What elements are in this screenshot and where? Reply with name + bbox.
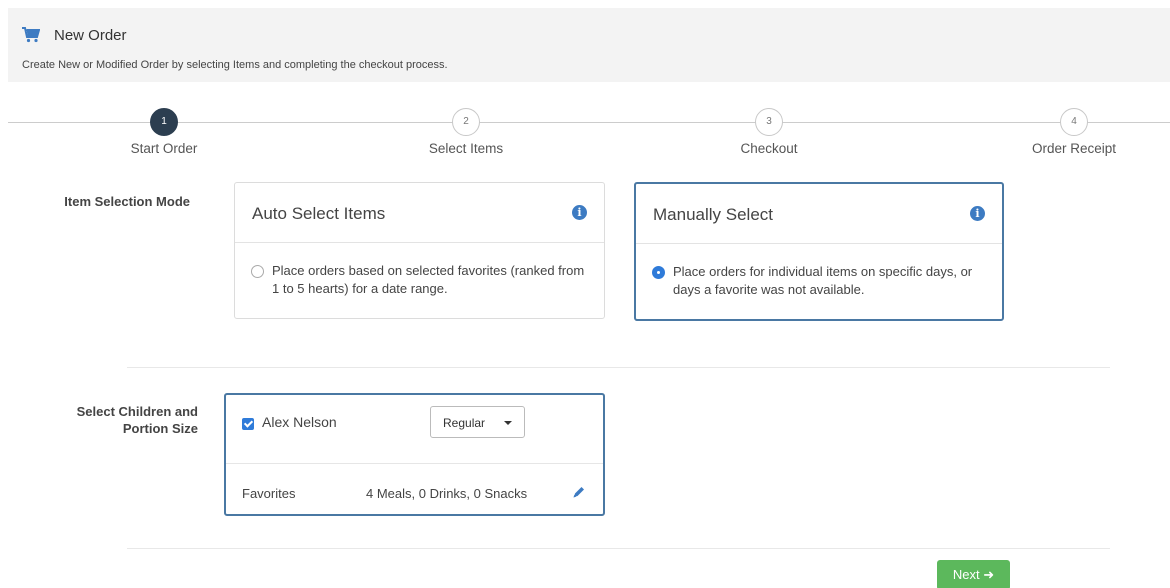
- child-card: Alex Nelson Regular Favorites 4 Meals, 0…: [224, 393, 605, 516]
- arrow-right-icon: ➜: [983, 567, 995, 582]
- step-label: Order Receipt: [1031, 141, 1117, 156]
- manual-select-card[interactable]: Manually Select i Place orders for indiv…: [634, 182, 1004, 321]
- portion-size-select[interactable]: Regular: [430, 406, 525, 438]
- card-description: Place orders based on selected favorites…: [272, 263, 585, 296]
- auto-select-card[interactable]: Auto Select Items i Place orders based o…: [234, 182, 605, 319]
- child-card-bottom: Favorites 4 Meals, 0 Drinks, 0 Snacks: [226, 464, 603, 514]
- item-selection-mode-label: Item Selection Mode: [64, 194, 190, 209]
- info-circle-icon[interactable]: i: [970, 206, 985, 221]
- card-header: Auto Select Items i: [235, 183, 604, 243]
- step-checkout: 3 Checkout: [699, 107, 839, 156]
- manual-select-radio[interactable]: [652, 266, 665, 279]
- pencil-icon[interactable]: [572, 485, 586, 499]
- shopping-cart-icon: [22, 27, 40, 43]
- section-divider: [127, 367, 1110, 368]
- section-divider: [127, 548, 1110, 549]
- step-label: Select Items: [428, 141, 504, 156]
- step-label: Start Order: [130, 141, 198, 156]
- card-body: Place orders based on selected favorites…: [235, 243, 604, 298]
- card-title: Manually Select: [653, 205, 774, 224]
- label-line: Select Children and: [76, 404, 198, 419]
- page-header: New Order Create New or Modified Order b…: [8, 8, 1170, 82]
- caret-down-icon: [504, 421, 512, 425]
- step-order-receipt: 4 Order Receipt: [1004, 107, 1144, 156]
- select-children-label: Select Children and Portion Size: [30, 403, 198, 437]
- next-button-label: Next: [952, 567, 980, 582]
- order-steps: 1 Start Order 2 Select Items 3 Checkout …: [0, 107, 1170, 167]
- step-number: 1: [150, 108, 178, 136]
- child-card-top: Alex Nelson Regular: [226, 395, 603, 464]
- info-circle-icon[interactable]: i: [572, 205, 587, 220]
- card-body: Place orders for individual items on spe…: [636, 244, 1002, 299]
- page-subtitle: Create New or Modified Order by selectin…: [22, 59, 448, 71]
- step-start-order: 1 Start Order: [94, 107, 234, 156]
- page-title: New Order: [54, 27, 127, 44]
- next-button[interactable]: Next ➜: [937, 560, 1010, 588]
- label-line: Portion Size: [122, 421, 198, 436]
- child-name: Alex Nelson: [262, 414, 337, 430]
- child-checkbox[interactable]: [242, 418, 254, 430]
- step-label: Checkout: [740, 141, 798, 156]
- card-header: Manually Select i: [636, 184, 1002, 244]
- auto-select-radio[interactable]: [251, 265, 264, 278]
- favorites-counts: 4 Meals, 0 Drinks, 0 Snacks: [366, 486, 528, 501]
- favorites-label: Favorites: [242, 486, 296, 501]
- card-description: Place orders for individual items on spe…: [673, 264, 973, 297]
- step-select-items: 2 Select Items: [396, 107, 536, 156]
- card-title: Auto Select Items: [252, 204, 386, 223]
- step-number: 2: [452, 108, 480, 136]
- step-number: 3: [755, 108, 783, 136]
- step-number: 4: [1060, 108, 1088, 136]
- portion-size-value: Regular: [443, 416, 486, 430]
